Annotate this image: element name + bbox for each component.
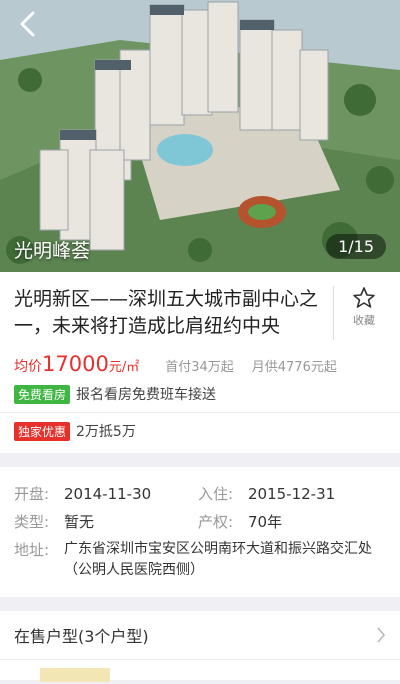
units-for-sale-label: 在售户型(3个户型) — [14, 627, 149, 646]
project-details: 开盘: 2014-11-30 入住: 2015-12-31 类型: 暂无 产权:… — [0, 467, 400, 597]
favorite-button[interactable]: 收藏 — [334, 286, 386, 340]
address-label: 地址: — [14, 541, 50, 559]
promo-row-exclusive[interactable]: 独家优惠 2万抵5万 — [0, 417, 400, 453]
price-value: 17000 — [42, 352, 109, 376]
monthly-payment: 月供4776元起 — [251, 360, 337, 375]
dates-row: 开盘: 2014-11-30 入住: 2015-12-31 — [14, 483, 386, 505]
image-counter: 1/15 — [326, 234, 386, 259]
price-row: 均价 17000 元/㎡ 首付34万起 月供4776元起 — [0, 346, 400, 380]
section-gap — [0, 597, 400, 611]
building-render-image — [0, 0, 400, 272]
type-rights-row: 类型: 暂无 产权: 70年 — [14, 511, 386, 533]
promo-row-free-viewing[interactable]: 免费看房 报名看房免费班车接送 — [0, 380, 400, 408]
exclusive-offer-text: 2万抵5万 — [76, 424, 136, 440]
address-row[interactable]: 地址: 广东省深圳市宝安区公明南环大道和振兴路交汇处（公明人民医院西侧） — [14, 539, 386, 581]
star-icon — [353, 287, 375, 308]
down-payment: 首付34万起 — [165, 360, 234, 375]
move-in-label: 入住: — [198, 485, 234, 503]
back-arrow-icon — [20, 11, 35, 37]
rights-value: 70年 — [248, 513, 283, 531]
price-prefix: 均价 — [14, 359, 42, 375]
rights-label: 产权: — [198, 513, 234, 531]
chevron-right-icon — [377, 627, 386, 643]
unit-thumbnail-strip — [0, 660, 400, 682]
units-for-sale-row[interactable]: 在售户型(3个户型) — [0, 611, 400, 659]
free-viewing-badge: 免费看房 — [14, 384, 71, 404]
listing-title: 光明新区——深圳五大城市副中心之一，未来将打造成比肩纽约中央 — [14, 286, 334, 340]
title-row: 光明新区——深圳五大城市副中心之一，未来将打造成比肩纽约中央 收藏 — [0, 272, 400, 346]
hero-image[interactable]: 光明峰荟 1/15 — [0, 0, 400, 272]
favorite-label: 收藏 — [353, 314, 375, 327]
price-unit: 元/㎡ — [108, 360, 140, 375]
type-value: 暂无 — [64, 513, 95, 531]
listing-summary: 光明新区——深圳五大城市副中心之一，未来将打造成比肩纽约中央 收藏 均价 170… — [0, 272, 400, 453]
free-viewing-text: 报名看房免费班车接送 — [76, 387, 217, 403]
move-in-value: 2015-12-31 — [248, 485, 336, 503]
hero-caption: 光明峰荟 — [14, 240, 91, 262]
unit-thumbnail[interactable] — [40, 668, 110, 682]
open-date-value: 2014-11-30 — [64, 485, 152, 503]
type-label: 类型: — [14, 513, 50, 531]
back-button[interactable] — [18, 10, 54, 46]
address-value: 广东省深圳市宝安区公明南环大道和振兴路交汇处（公明人民医院西侧） — [64, 541, 372, 578]
section-gap — [0, 453, 400, 467]
divider — [0, 412, 400, 413]
exclusive-offer-badge: 独家优惠 — [14, 421, 71, 441]
open-date-label: 开盘: — [14, 485, 50, 503]
